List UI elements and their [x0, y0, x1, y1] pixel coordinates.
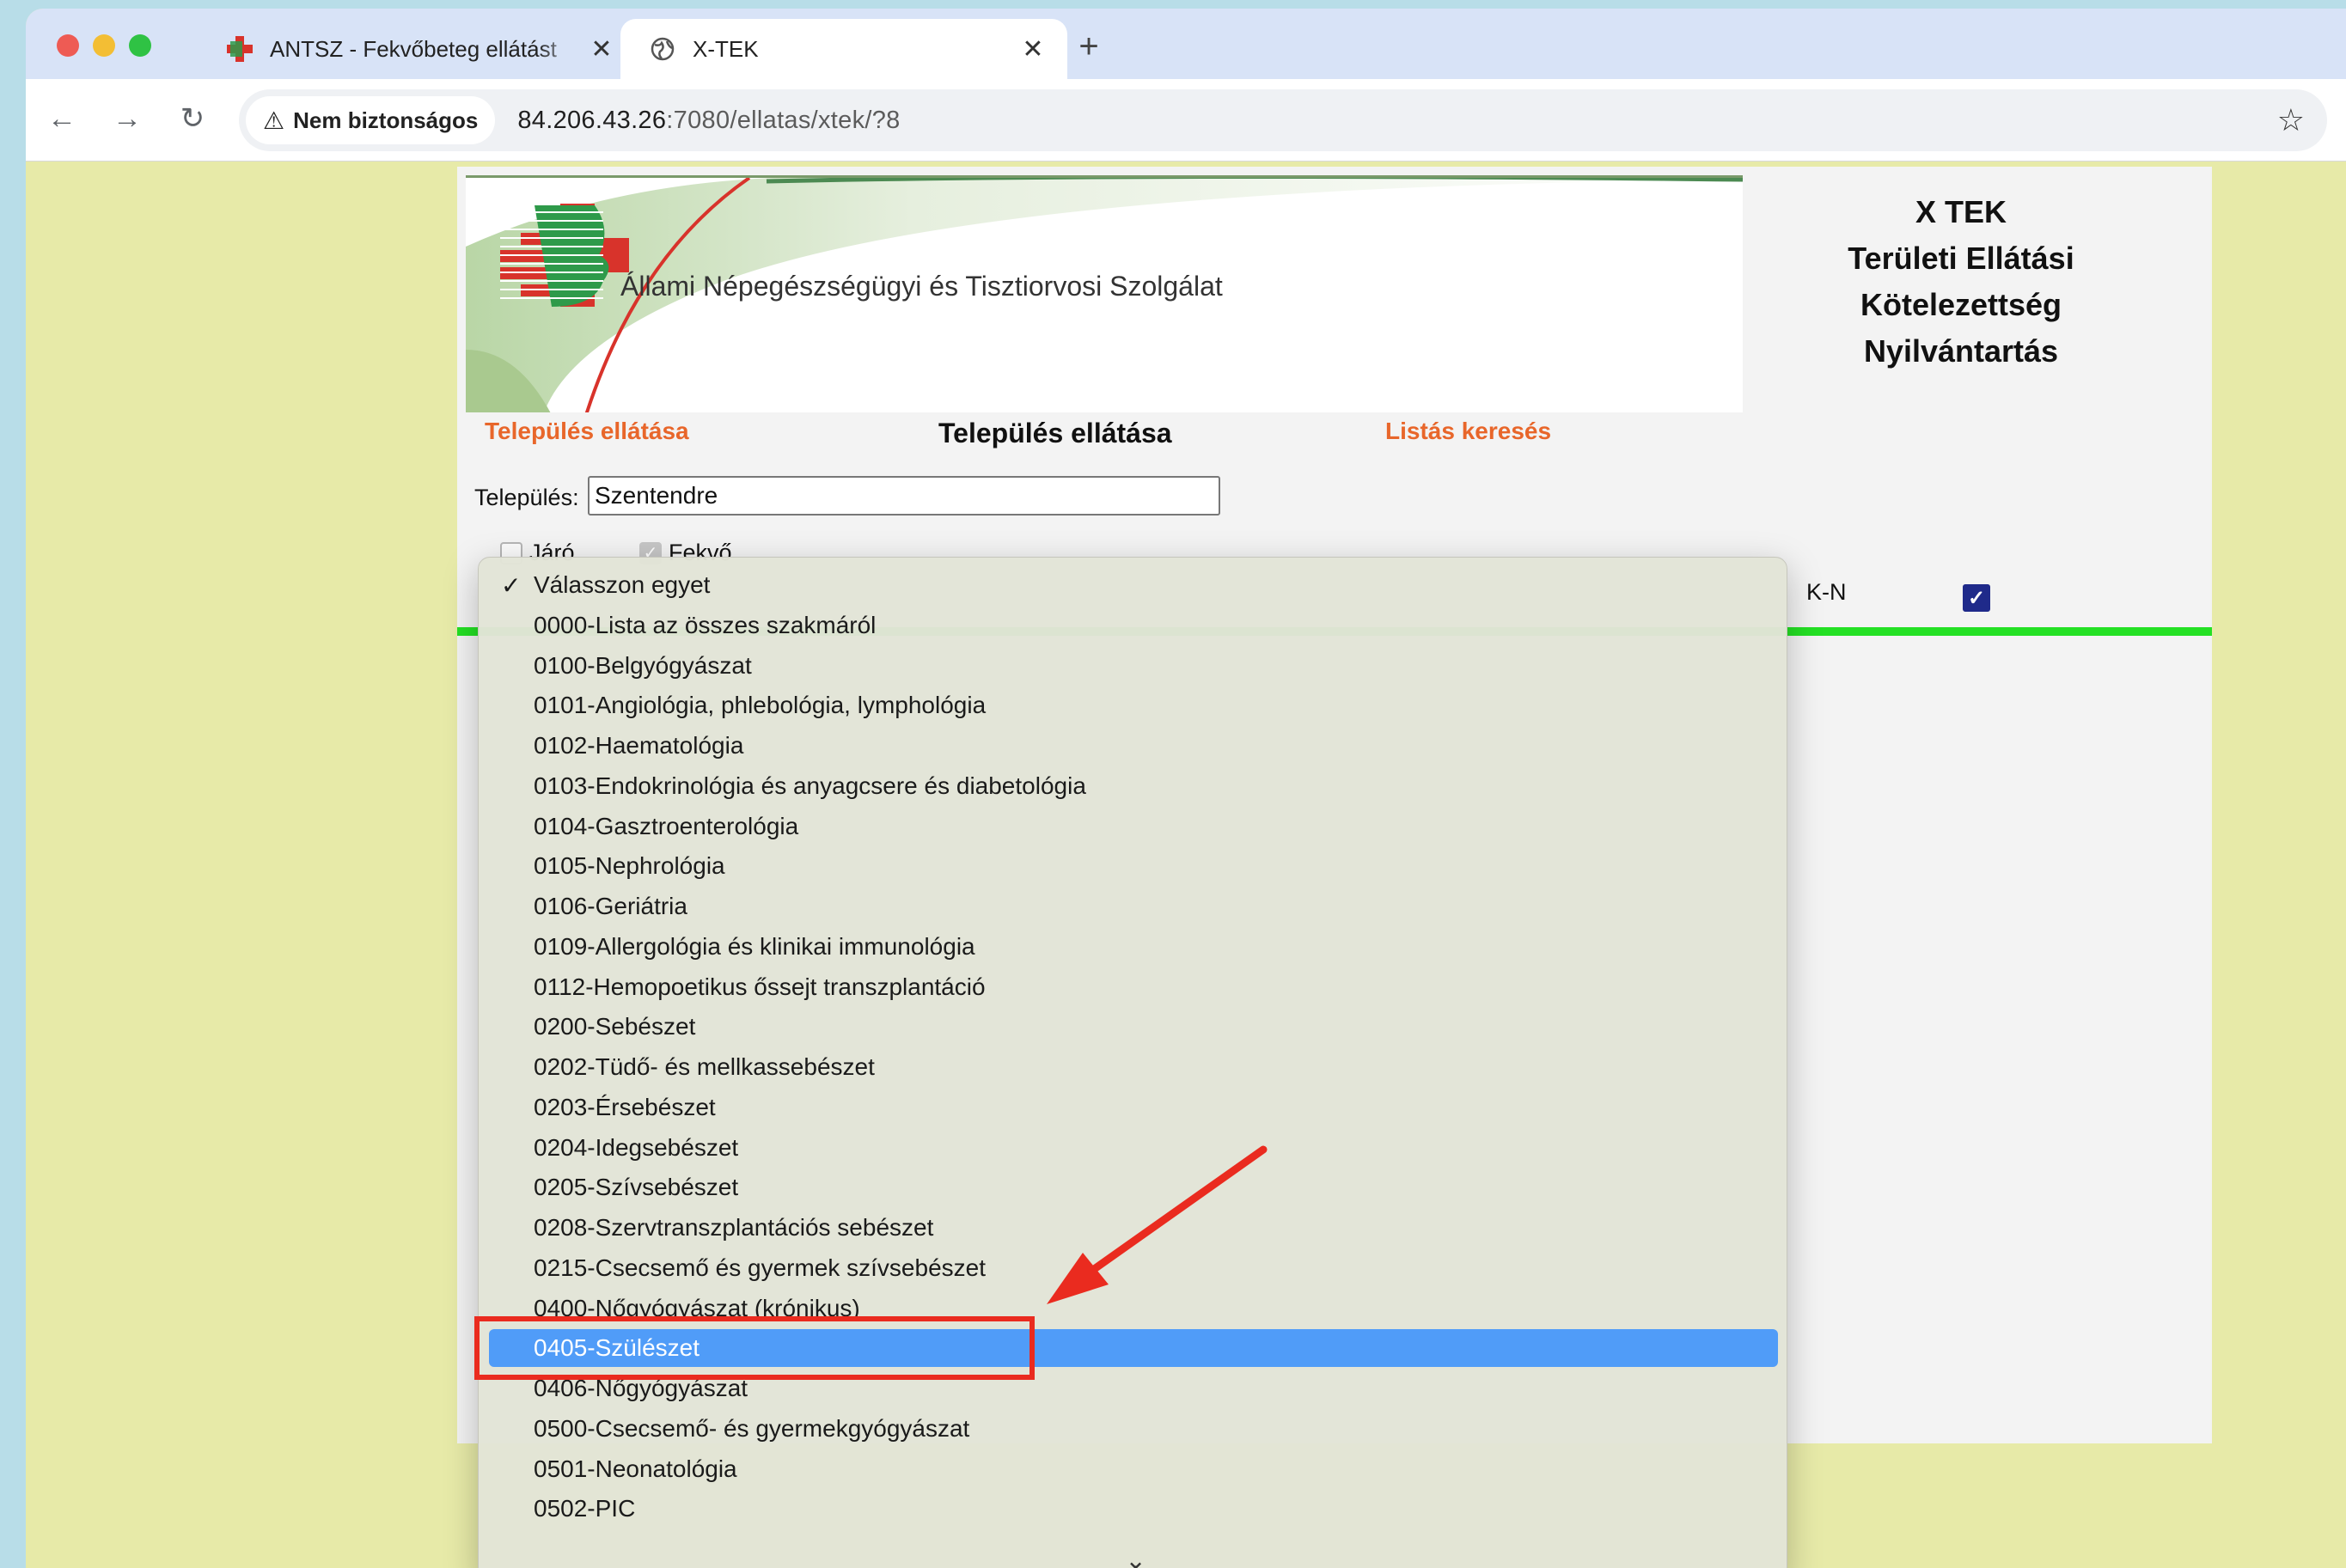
- option-label: 0204-Idegsebészet: [534, 1133, 739, 1161]
- option-label: 0405-Szülészet: [534, 1334, 700, 1362]
- close-window-button[interactable]: [57, 34, 79, 57]
- dropdown-option[interactable]: 0100-Belgyógyászat: [489, 647, 1778, 685]
- warning-triangle-icon: ⚠: [263, 107, 285, 134]
- option-label: 0000-Lista az összes szakmáról: [534, 611, 877, 638]
- security-label: Nem biztonságos: [293, 107, 479, 133]
- option-label: 0200-Sebészet: [534, 1013, 696, 1040]
- dropdown-option[interactable]: 0102-Haematológia: [489, 727, 1778, 765]
- dropdown-option[interactable]: 0104-Gasztroenterológia: [489, 808, 1778, 845]
- dropdown-option[interactable]: 0101-Angiológia, phlebológia, lymphológi…: [489, 686, 1778, 724]
- option-label: 0406-Nőgyógyászat: [534, 1375, 748, 1401]
- side-title: X TEK Területi Ellátási Kötelezettség Ny…: [1848, 194, 2074, 369]
- option-label: 0112-Hemopoetikus őssejt transzplantáció: [534, 973, 986, 1000]
- settlement-label: Település:: [474, 485, 579, 510]
- dropdown-option[interactable]: 0400-Nőgyógyászat (krónikus): [489, 1290, 1778, 1327]
- settlement-input[interactable]: [588, 476, 1220, 516]
- dropdown-option[interactable]: 0502-PIC: [489, 1490, 1778, 1528]
- antsz-cross-icon: [225, 34, 254, 64]
- link-listas-kereses[interactable]: Listás keresés: [1385, 418, 1551, 445]
- dropdown-option[interactable]: 0406-Nőgyógyászat: [489, 1370, 1778, 1407]
- dropdown-option[interactable]: 0106-Geriátria: [489, 888, 1778, 925]
- option-label: 0501-Neonatológia: [534, 1455, 737, 1482]
- dropdown-option[interactable]: 0205-Szívsebészet: [489, 1168, 1778, 1206]
- tab-bar: ANTSZ - Fekvőbeteg ellátást ✕ X-TEK ✕ +: [26, 9, 2346, 79]
- scroll-down-chevron-icon[interactable]: ⌄: [1125, 1546, 1146, 1568]
- banner-title: Állami Népegészségügyi és Tisztiorvosi S…: [620, 271, 1223, 302]
- minimize-window-button[interactable]: [93, 34, 115, 57]
- back-arrow-icon[interactable]: ←: [38, 95, 86, 143]
- option-label: 0203-Érsebészet: [534, 1093, 716, 1120]
- checkmark-icon: ✓: [501, 571, 522, 599]
- option-label: 0400-Nőgyógyászat (krónikus): [534, 1294, 860, 1321]
- option-label: 0109-Allergológia és klinikai immunológi…: [534, 932, 975, 960]
- dropdown-option[interactable]: 0105-Nephrológia: [489, 847, 1778, 885]
- dropdown-option[interactable]: 0501-Neonatológia: [489, 1450, 1778, 1488]
- dropdown-option[interactable]: 0500-Csecsemő- és gyermekgyógyászat: [489, 1410, 1778, 1448]
- kn-checkbox[interactable]: ✓: [1963, 584, 1990, 612]
- option-label: 0100-Belgyógyászat: [534, 651, 752, 679]
- new-tab-button[interactable]: +: [1067, 27, 1110, 66]
- address-bar[interactable]: ⚠ Nem biztonságos 84.206.43.26:7080/ella…: [239, 89, 2327, 151]
- maximize-window-button[interactable]: [129, 34, 151, 57]
- close-tab-icon[interactable]: ✕: [584, 34, 619, 64]
- dropdown-option[interactable]: 0208-Szervtranszplantációs sebészet: [489, 1209, 1778, 1247]
- security-chip[interactable]: ⚠ Nem biztonságos: [246, 96, 496, 144]
- option-label: 0106-Geriátria: [534, 893, 687, 919]
- antsz-banner: Állami Népegészségügyi és Tisztiorvosi S…: [466, 175, 1743, 412]
- bookmark-star-icon[interactable]: ☆: [2277, 102, 2305, 138]
- option-label: 0202-Tüdő- és mellkassebészet: [534, 1053, 875, 1080]
- dropdown-option[interactable]: 0000-Lista az összes szakmáról: [489, 607, 1778, 644]
- dropdown-option[interactable]: ✓ Válasszon egyet: [489, 566, 1778, 604]
- dropdown-option[interactable]: 0103-Endokrinológia és anyagcsere és dia…: [489, 767, 1778, 805]
- tab-title: ANTSZ - Fekvőbeteg ellátást: [270, 35, 557, 62]
- link-telepules-ellatasa[interactable]: Település ellátása: [485, 418, 689, 445]
- option-label: 0215-Csecsemő és gyermek szívsebészet: [534, 1254, 986, 1281]
- dropdown-option[interactable]: 0215-Csecsemő és gyermek szívsebészet: [489, 1249, 1778, 1287]
- browser-toolbar: ← → ↻ ⚠ Nem biztonságos 84.206.43.26:708…: [26, 79, 2346, 162]
- dropdown-option[interactable]: 0112-Hemopoetikus őssejt transzplantáció: [489, 968, 1778, 1006]
- tab-xtek[interactable]: X-TEK ✕: [620, 19, 1067, 79]
- option-label: 0208-Szervtranszplantációs sebészet: [534, 1214, 934, 1241]
- dropdown-option[interactable]: 0204-Idegsebészet: [489, 1129, 1778, 1167]
- option-label: 0101-Angiológia, phlebológia, lymphológi…: [534, 692, 987, 719]
- dropdown-option[interactable]: 0200-Sebészet: [489, 1008, 1778, 1046]
- forward-arrow-icon[interactable]: →: [103, 95, 151, 143]
- tab-antsz[interactable]: ANTSZ - Fekvőbeteg ellátást ✕: [198, 19, 636, 79]
- option-label: 0502-PIC: [534, 1495, 636, 1522]
- close-tab-icon[interactable]: ✕: [1016, 34, 1050, 64]
- kn-label: K-N: [1806, 579, 1847, 605]
- option-label: Válasszon egyet: [534, 571, 711, 598]
- specialty-dropdown-menu[interactable]: ✓ Válasszon egyet 0000-Lista az összes sza…: [478, 557, 1787, 1568]
- dropdown-option[interactable]: 0203-Érsebészet: [489, 1089, 1778, 1126]
- option-label: 0500-Csecsemő- és gyermekgyógyászat: [534, 1414, 970, 1442]
- tab-title: X-TEK: [693, 35, 759, 62]
- option-label: 0102-Haematológia: [534, 732, 744, 759]
- page-title: Település ellátása: [938, 418, 1172, 448]
- dropdown-option[interactable]: 0405-Szülészet: [489, 1329, 1778, 1368]
- dropdown-option[interactable]: 0109-Allergológia és klinikai immunológi…: [489, 928, 1778, 966]
- dropdown-option[interactable]: 0202-Tüdő- és mellkassebészet: [489, 1048, 1778, 1086]
- option-label: 0105-Nephrológia: [534, 852, 725, 880]
- globe-icon: [648, 34, 677, 64]
- option-label: 0205-Szívsebészet: [534, 1174, 739, 1201]
- reload-icon[interactable]: ↻: [168, 95, 217, 143]
- url-text[interactable]: 84.206.43.26:7080/ellatas/xtek/?8: [517, 107, 900, 135]
- option-label: 0103-Endokrinológia és anyagcsere és dia…: [534, 772, 1086, 799]
- option-label: 0104-Gasztroenterológia: [534, 812, 799, 839]
